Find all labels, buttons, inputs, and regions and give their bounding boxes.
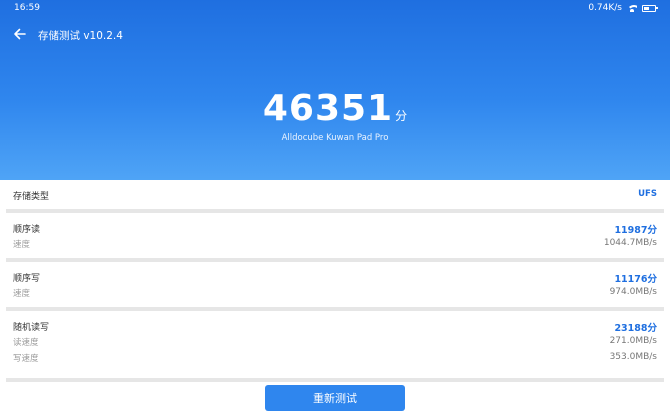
random-write-speed-label: 写速度 <box>13 354 39 364</box>
sequential-write-row: 顺序写 11176分 速度 974.0MB/s <box>6 262 664 307</box>
sequential-read-row: 顺序读 11987分 速度 1044.7MB/s <box>6 213 664 258</box>
storage-type-value: UFS <box>638 189 657 199</box>
wifi-icon <box>627 4 637 12</box>
page-title: 存储测试 v10.2.4 <box>38 30 123 42</box>
sequential-read-score: 11987分 <box>614 225 657 236</box>
sequential-read-speed-label: 速度 <box>13 240 31 250</box>
random-read-speed-label: 读速度 <box>13 338 39 348</box>
total-score: 46351 分 <box>0 88 670 129</box>
back-arrow-icon[interactable] <box>12 26 28 42</box>
retest-button[interactable]: 重新测试 <box>265 385 405 411</box>
sequential-write-score: 11176分 <box>614 274 657 285</box>
score-number: 46351 <box>262 88 394 129</box>
status-bar: 16:59 0.74K/s <box>0 0 670 18</box>
battery-icon <box>642 4 658 12</box>
sequential-write-speed-label: 速度 <box>13 289 31 299</box>
random-rw-row: 随机读写 23188分 读速度 271.0MB/s 写速度 353.0MB/s <box>6 311 664 378</box>
status-right: 0.74K/s <box>588 3 658 13</box>
device-name: Alldocube Kuwan Pad Pro <box>281 133 389 143</box>
status-time: 16:59 <box>14 3 40 13</box>
storage-type-label: 存储类型 <box>13 192 50 202</box>
random-rw-label: 随机读写 <box>13 323 50 333</box>
sequential-read-label: 顺序读 <box>13 225 41 235</box>
results-list: 存储类型 UFS 顺序读 11987分 速度 1044.7MB/s 顺序写 11… <box>0 180 670 382</box>
random-read-speed: 271.0MB/s <box>609 336 657 346</box>
sequential-write-speed: 974.0MB/s <box>609 287 657 297</box>
random-write-speed: 353.0MB/s <box>609 352 657 362</box>
divider <box>6 378 664 382</box>
net-speed: 0.74K/s <box>588 3 622 13</box>
sequential-write-label: 顺序写 <box>13 274 41 284</box>
random-rw-score: 23188分 <box>614 323 657 334</box>
sequential-read-speed: 1044.7MB/s <box>603 238 657 248</box>
header-banner: 16:59 0.74K/s 存储测试 v10.2.4 46351 分 Alldoc… <box>0 0 670 180</box>
storage-type-row: 存储类型 UFS <box>6 180 664 209</box>
score-unit: 分 <box>395 109 408 123</box>
